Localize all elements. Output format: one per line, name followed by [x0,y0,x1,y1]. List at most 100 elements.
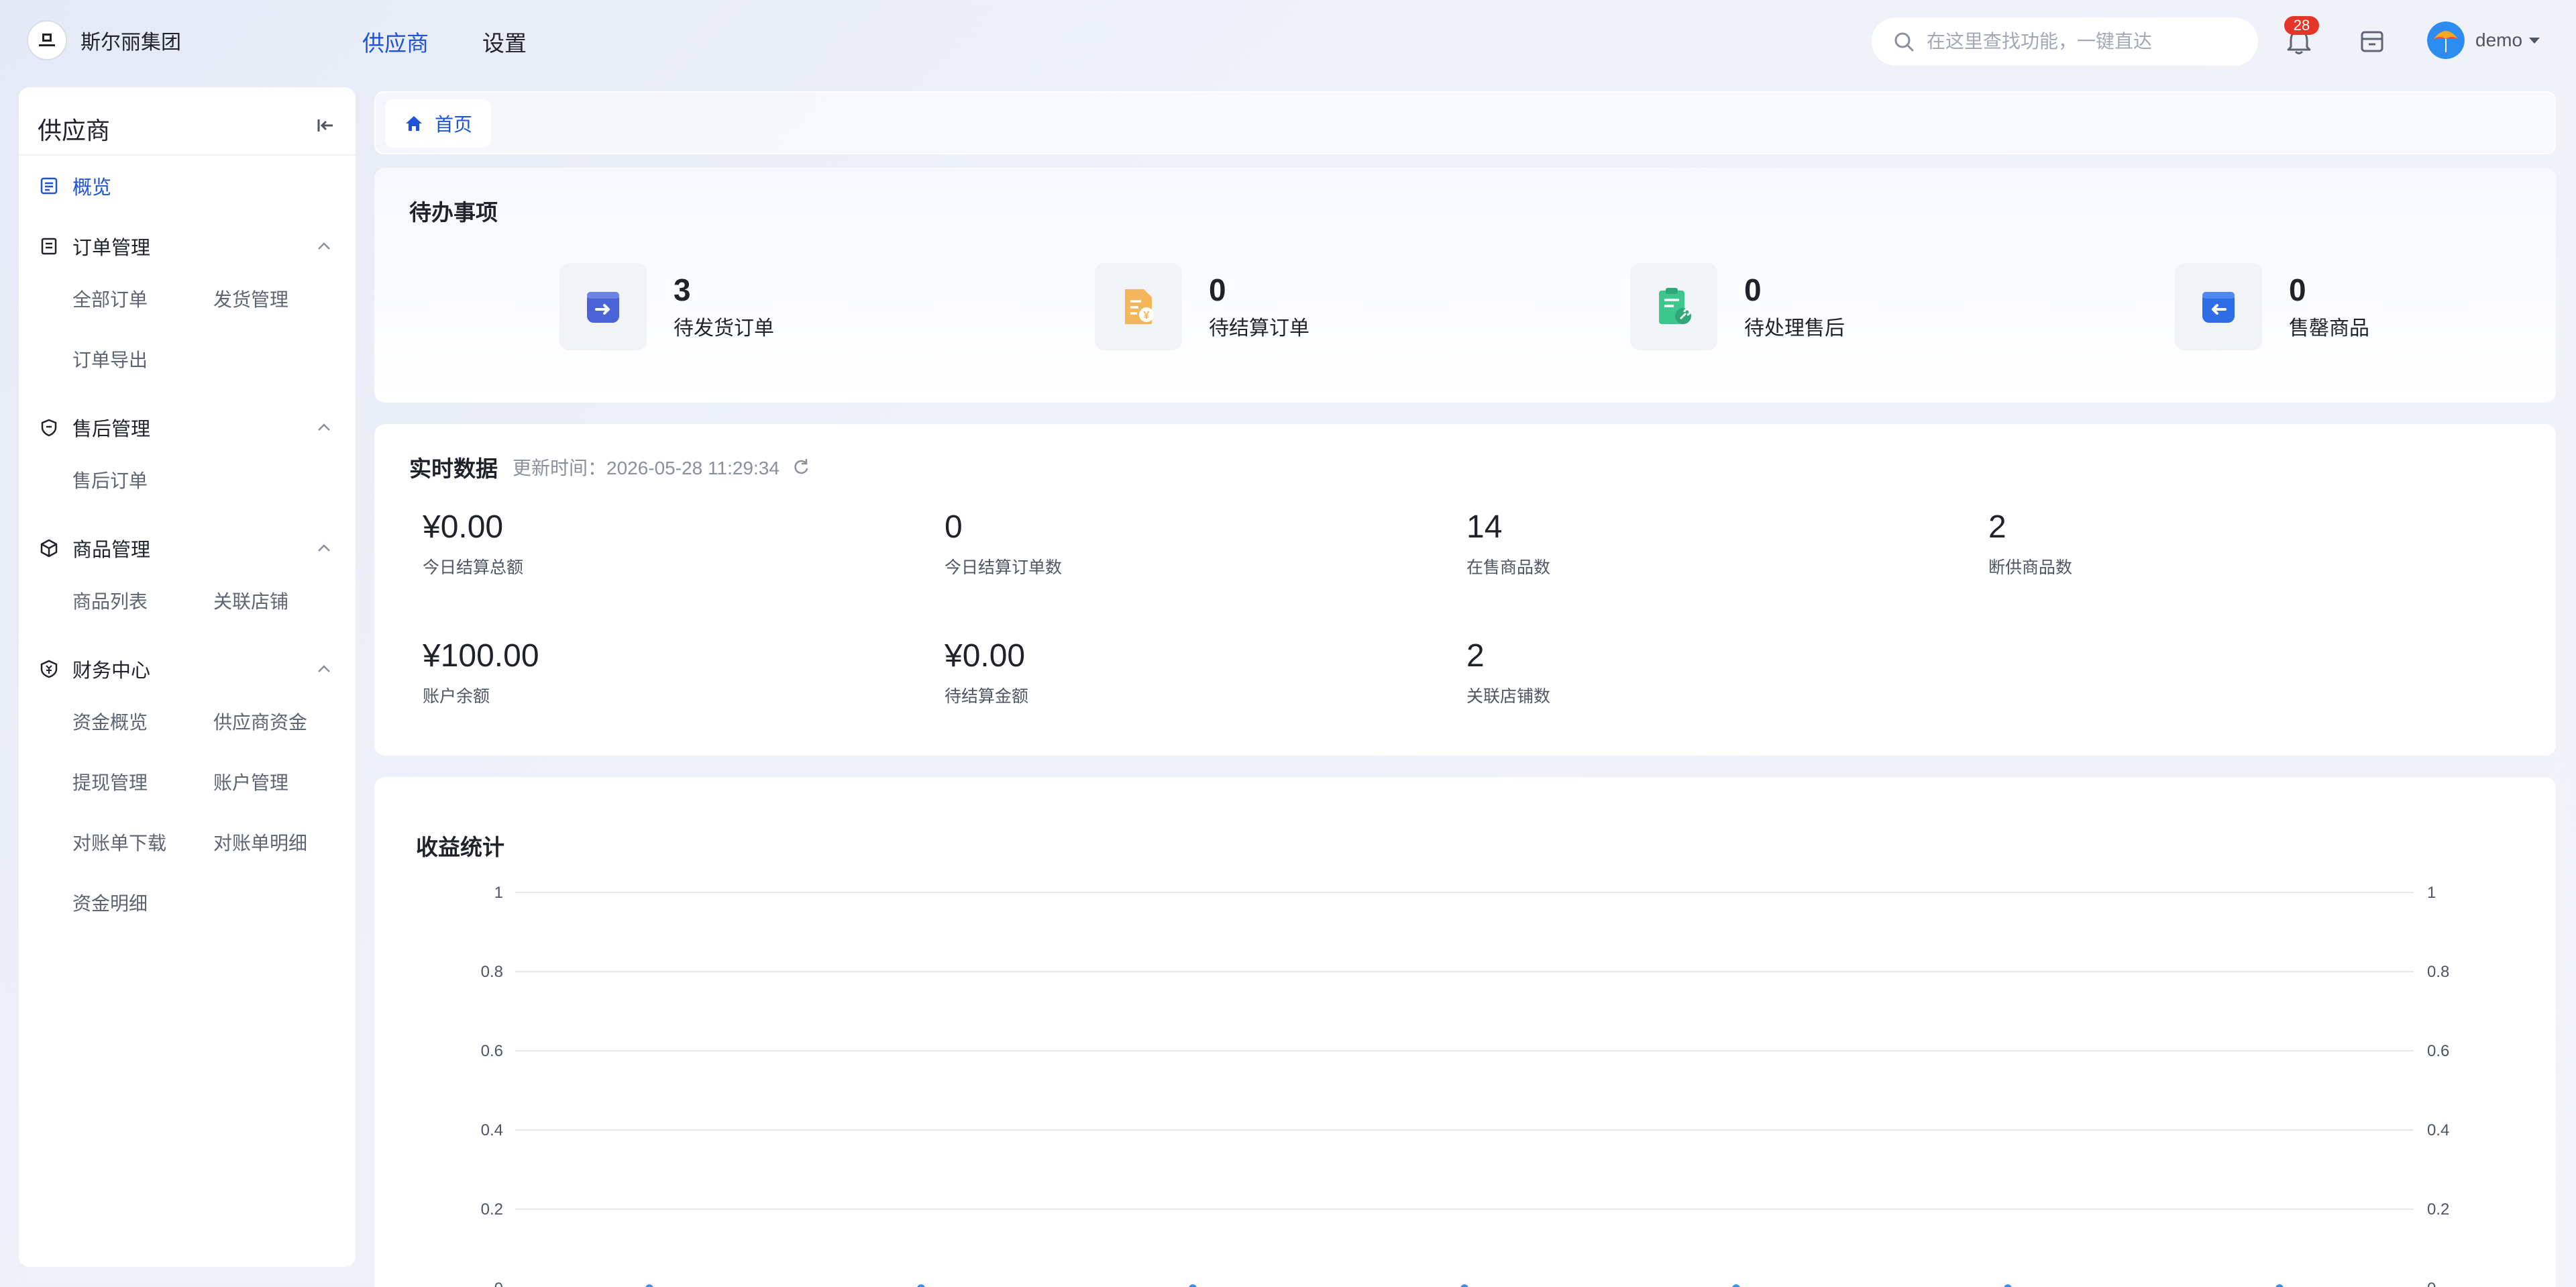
data-point[interactable] [1732,1284,1740,1287]
realtime-header: 实时数据 更新时间：2026-05-28 11:29:34 [409,451,810,483]
todo-value: 3 [674,272,691,307]
sidebar-item-aftersales-orders[interactable]: 售后订单 [72,458,213,518]
data-point[interactable] [2004,1284,2012,1287]
sidebar-item-accounts[interactable]: 账户管理 [213,760,354,820]
todo-label: 售罄商品 [2289,317,2369,340]
todo-item-pending-settlement[interactable]: ¥ 0 待结算订单 [1095,263,1309,350]
sidebar-item-product-list[interactable]: 商品列表 [72,578,213,639]
todo-item-sold-out[interactable]: 0 售罄商品 [2175,263,2369,350]
sidebar-group-label: 商品管理 [72,539,151,561]
stat-value: 2 [1466,638,1485,674]
stat-today-settlement-orders: 0 今日结算订单数 [945,509,1062,578]
sidebar-group-aftersales[interactable]: 售后管理 [19,397,356,458]
notification-badge: 28 [2284,16,2319,35]
search-icon [1894,32,1914,52]
data-point[interactable] [1460,1284,1468,1287]
stat-value: ¥0.00 [423,509,504,545]
sidebar-item-label: 概览 [72,177,112,199]
stat-label: 今日结算总额 [423,558,524,577]
stat-value: ¥100.00 [423,638,539,674]
sidebar-item-overview[interactable]: 概览 [19,156,356,216]
chevron-up-icon [318,544,330,552]
stat-linked-shops: 2 关联店铺数 [1466,637,1550,707]
refresh-icon[interactable] [793,458,810,476]
sidebar-item-withdrawals[interactable]: 提现管理 [72,760,213,820]
todo-value: 0 [1744,272,1762,307]
sidebar-title: 供应商 [38,117,111,144]
todo-value: 0 [1209,272,1226,307]
chevron-down-icon [2529,37,2540,44]
data-point[interactable] [1189,1284,1197,1287]
sidebar-item-linked-shops[interactable]: 关联店铺 [213,578,354,639]
y-tick-right: 0.6 [2427,1042,2449,1060]
sidebar-item-fund-overview[interactable]: 资金概览 [72,699,213,760]
order-icon [41,238,57,255]
stat-value: 14 [1466,509,1503,545]
stat-products-on-sale: 14 在售商品数 [1466,509,1550,578]
todo-item-pending-shipment[interactable]: 3 待发货订单 [559,263,774,350]
sidebar-item-order-export[interactable]: 订单导出 [72,337,213,397]
nav-settings[interactable]: 设置 [482,25,527,58]
y-tick-left: 0.2 [481,1200,503,1219]
sidebar-group-orders[interactable]: 订单管理 [19,216,356,276]
sidebar-item-supplier-funds[interactable]: 供应商资金 [213,699,354,760]
data-point[interactable] [645,1284,653,1287]
sidebar-item-statement-download[interactable]: 对账单下载 [72,820,213,880]
home-icon [406,116,422,131]
sidebar-item-fund-details[interactable]: 资金明细 [72,880,213,941]
top-bar: 斯尔丽集团 供应商 设置 28 demo [0,0,2576,83]
stat-discontinued-products: 2 断供商品数 [1988,509,2072,578]
todo-card: 待办事项 3 待发货订单 ¥ 0 待结算订单 0 待处理售后 0 售罄商品 [374,168,2556,403]
todo-label: 待处理售后 [1744,317,1845,340]
shipment-icon [559,263,647,350]
y-tick-right: 1 [2427,884,2436,902]
shield-icon [41,419,57,437]
sidebar-group-products[interactable]: 商品管理 [19,518,356,578]
submenu-aftersales: 售后订单 [19,458,356,518]
top-nav: 供应商 设置 [362,25,527,58]
todo-item-pending-aftersales[interactable]: 0 待处理售后 [1630,263,1845,350]
finance-icon [40,660,58,678]
y-tick-left: 0.8 [481,963,503,981]
cube-icon [40,539,58,558]
stat-value: 0 [945,509,963,545]
chevron-up-icon [318,423,330,431]
stat-label: 在售商品数 [1466,558,1551,577]
y-tick-right: 0.2 [2427,1200,2449,1219]
shop-icon[interactable] [2358,27,2386,55]
nav-supplier[interactable]: 供应商 [362,25,429,58]
sidebar-item-statement-details[interactable]: 对账单明细 [213,820,354,880]
sidebar-item-all-orders[interactable]: 全部订单 [72,276,213,337]
sidebar: 供应商 概览 订单管理 全部订单 发货管理 订单导出 售后管理 售后订单 商品管… [19,87,356,1267]
y-tick-right: 0 [2427,1280,2436,1287]
user-menu[interactable]: demo [2475,30,2540,51]
search-box[interactable] [1872,17,2258,66]
stat-account-balance: ¥100.00 账户余额 [423,637,539,707]
data-point[interactable] [917,1284,925,1287]
submenu-finance: 资金概览 供应商资金 提现管理 账户管理 对账单下载 对账单明细 资金明细 [19,699,356,941]
stat-label: 待结算金额 [945,687,1029,706]
avatar[interactable] [2427,21,2465,59]
y-tick-left: 0 [494,1280,503,1287]
stat-label: 账户余额 [423,687,490,706]
tab-home[interactable]: 首页 [385,99,492,148]
tab-bar: 首页 [374,91,2556,154]
data-point[interactable] [2275,1284,2284,1287]
todo-label: 待结算订单 [1209,317,1309,340]
logo[interactable]: 斯尔丽集团 [27,20,181,60]
stat-value: ¥0.00 [945,638,1026,674]
aftersales-icon [1630,263,1717,350]
svg-text:¥: ¥ [1144,310,1150,321]
collapse-sidebar-icon[interactable] [314,114,337,137]
y-tick-left: 0.4 [481,1121,503,1139]
settlement-icon: ¥ [1095,263,1182,350]
card-title: 实时数据 [409,456,498,481]
submenu-orders: 全部订单 发货管理 订单导出 [19,276,356,397]
y-tick-right: 0.4 [2427,1121,2449,1139]
sidebar-group-finance[interactable]: 财务中心 [19,639,356,699]
search-input[interactable] [1927,31,2242,52]
dashboard-icon [40,177,58,195]
sidebar-item-shipping[interactable]: 发货管理 [213,276,354,337]
submenu-products: 商品列表 关联店铺 [19,578,356,639]
stat-label: 断供商品数 [1988,558,2073,577]
